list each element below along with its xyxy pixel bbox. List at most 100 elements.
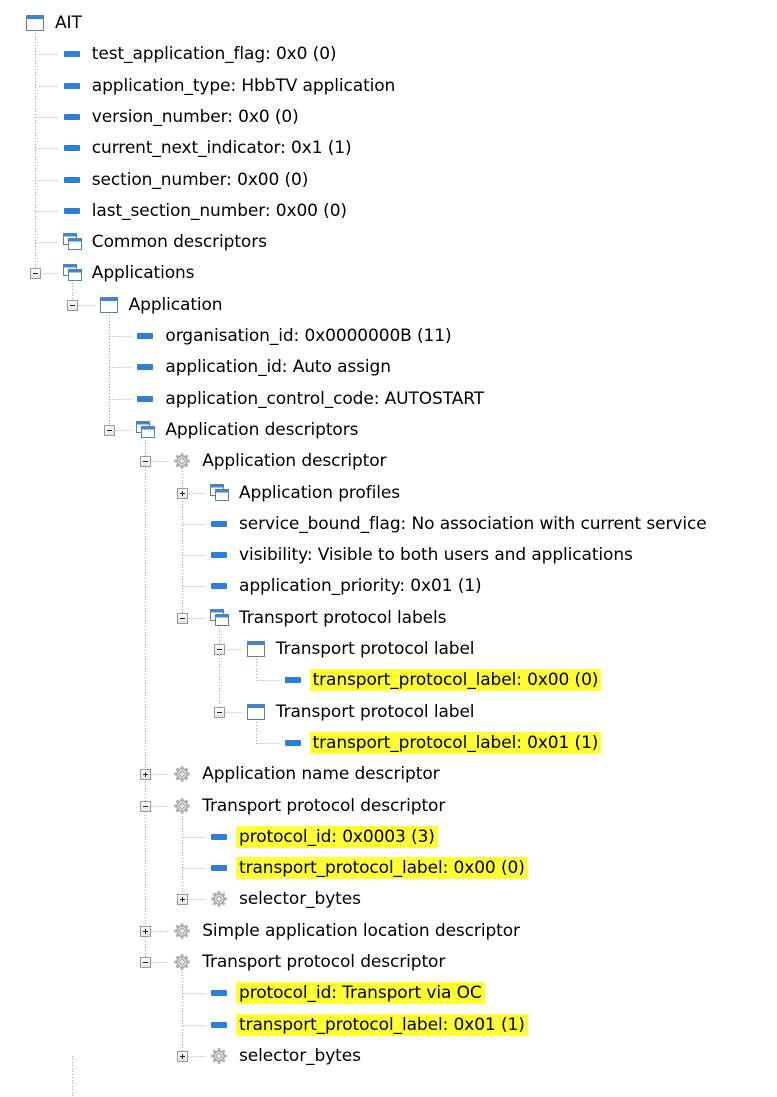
list-icon xyxy=(208,608,230,628)
node-transport-protocol-descriptor-1[interactable]: Transport protocol descriptor xyxy=(171,790,448,821)
list-icon xyxy=(61,232,83,252)
node-selector-bytes-2[interactable]: selector_bytes xyxy=(208,1040,364,1071)
node-label: AIT xyxy=(55,13,82,33)
node-transport-protocol-labels[interactable]: Transport protocol labels xyxy=(208,602,449,633)
collapse-toggle-icon[interactable] xyxy=(30,268,41,279)
node-service-bound-flag[interactable]: service_bound_flag: No association with … xyxy=(208,508,710,539)
collapse-toggle-icon[interactable] xyxy=(140,456,151,467)
field-icon xyxy=(208,983,230,1003)
node-label: Application profiles xyxy=(239,482,400,503)
node-test-application-flag[interactable]: test_application_flag: 0x0 (0) xyxy=(61,39,340,70)
collapse-toggle-icon[interactable] xyxy=(214,644,225,655)
node-label: Transport protocol labels xyxy=(239,607,447,628)
collapse-toggle-icon[interactable] xyxy=(140,957,151,968)
node-label: protocol_id: Transport via OC xyxy=(236,982,485,1005)
node-application-priority[interactable]: application_priority: 0x01 (1) xyxy=(208,571,485,602)
node-label: transport_protocol_label: 0x00 (0) xyxy=(309,669,602,692)
field-icon xyxy=(61,107,83,127)
node-application-name-descriptor[interactable]: Application name descriptor xyxy=(171,759,442,790)
node-label: selector_bytes xyxy=(239,1045,361,1066)
node-tpd-label-2[interactable]: transport_protocol_label: 0x01 (1) xyxy=(208,1009,528,1040)
expand-toggle-icon[interactable] xyxy=(177,894,188,905)
field-icon xyxy=(61,201,83,221)
collapse-toggle-icon[interactable] xyxy=(104,425,115,436)
field-icon xyxy=(282,670,304,690)
gear-icon xyxy=(208,1046,230,1066)
node-application-id[interactable]: application_id: Auto assign xyxy=(134,352,394,383)
node-transport-protocol-label-value-2[interactable]: transport_protocol_label: 0x01 (1) xyxy=(282,727,602,758)
node-applications[interactable]: Applications xyxy=(61,258,198,289)
node-last-section-number[interactable]: last_section_number: 0x00 (0) xyxy=(61,195,350,226)
node-transport-protocol-label-2[interactable]: Transport protocol label xyxy=(245,696,478,727)
node-section-number[interactable]: section_number: 0x00 (0) xyxy=(61,164,312,195)
collapse-toggle-icon[interactable] xyxy=(177,613,188,624)
node-application[interactable]: Application xyxy=(98,289,226,320)
collapse-toggle-icon[interactable] xyxy=(140,801,151,812)
expand-toggle-icon[interactable] xyxy=(140,769,151,780)
expand-toggle-icon[interactable] xyxy=(140,926,151,937)
field-icon xyxy=(208,514,230,534)
field-icon xyxy=(282,733,304,753)
field-icon xyxy=(134,389,156,409)
node-application-type[interactable]: application_type: HbbTV application xyxy=(61,70,398,101)
node-protocol-id-2[interactable]: protocol_id: Transport via OC xyxy=(208,978,485,1009)
collapse-toggle-icon[interactable] xyxy=(214,707,225,718)
node-ait[interactable]: AIT xyxy=(24,8,85,39)
node-selector-bytes-1[interactable]: selector_bytes xyxy=(208,884,364,915)
node-label: visibility: Visible to both users and ap… xyxy=(239,545,633,566)
node-tpd-label-1[interactable]: transport_protocol_label: 0x00 (0) xyxy=(208,853,528,884)
field-icon xyxy=(134,357,156,377)
gear-icon xyxy=(171,921,193,941)
list-icon xyxy=(134,420,156,440)
table-icon xyxy=(245,639,267,659)
tree-view: AIT test_application_flag: 0x0 (0) applica… xyxy=(0,0,777,1097)
field-icon xyxy=(61,170,83,190)
field-icon xyxy=(134,326,156,346)
field-icon xyxy=(208,827,230,847)
node-label: Application descriptor xyxy=(202,451,387,472)
node-label: service_bound_flag: No association with … xyxy=(239,513,707,534)
node-transport-protocol-label-value-1[interactable]: transport_protocol_label: 0x00 (0) xyxy=(282,665,602,696)
node-label: transport_protocol_label: 0x00 (0) xyxy=(236,857,528,880)
field-icon xyxy=(208,858,230,878)
node-version-number[interactable]: version_number: 0x0 (0) xyxy=(61,101,302,132)
field-icon xyxy=(208,1015,230,1035)
node-label: Transport protocol label xyxy=(275,701,475,722)
node-protocol-id-1[interactable]: protocol_id: 0x0003 (3) xyxy=(208,821,438,852)
node-organisation-id[interactable]: organisation_id: 0x0000000B (11) xyxy=(134,321,454,352)
expand-toggle-icon[interactable] xyxy=(177,488,188,499)
node-application-descriptor[interactable]: Application descriptor xyxy=(171,446,389,477)
node-label: last_section_number: 0x00 (0) xyxy=(91,200,347,221)
collapse-toggle-icon[interactable] xyxy=(67,300,78,311)
node-label: application_id: Auto assign xyxy=(165,357,391,378)
node-label: version_number: 0x0 (0) xyxy=(91,106,299,127)
gear-icon xyxy=(171,764,193,784)
expand-toggle-icon[interactable] xyxy=(177,1051,188,1062)
node-label: application_control_code: AUTOSTART xyxy=(165,388,485,409)
node-label: Common descriptors xyxy=(91,232,267,253)
node-application-control-code[interactable]: application_control_code: AUTOSTART xyxy=(134,383,487,414)
field-icon xyxy=(61,76,83,96)
node-visibility[interactable]: visibility: Visible to both users and ap… xyxy=(208,540,636,571)
node-current-next-indicator[interactable]: current_next_indicator: 0x1 (1) xyxy=(61,133,355,164)
node-label: Application descriptors xyxy=(165,419,359,440)
gear-icon xyxy=(171,796,193,816)
table-icon xyxy=(24,13,46,33)
node-label: protocol_id: 0x0003 (3) xyxy=(236,825,438,848)
field-icon xyxy=(61,138,83,158)
node-application-descriptors[interactable]: Application descriptors xyxy=(134,414,361,445)
node-label: Application name descriptor xyxy=(202,764,440,785)
node-label: Transport protocol label xyxy=(275,639,475,659)
node-label: Application xyxy=(128,294,223,315)
node-simple-application-location-descriptor[interactable]: Simple application location descriptor xyxy=(171,915,523,946)
node-label: transport_protocol_label: 0x01 (1) xyxy=(236,1013,528,1036)
node-label: section_number: 0x00 (0) xyxy=(91,169,309,190)
node-label: Transport protocol descriptor xyxy=(202,795,446,816)
node-transport-protocol-descriptor-2[interactable]: Transport protocol descriptor xyxy=(171,947,448,978)
node-label: application_type: HbbTV application xyxy=(91,75,396,96)
node-transport-protocol-label-1[interactable]: Transport protocol label xyxy=(245,634,478,665)
node-label: selector_bytes xyxy=(239,889,361,910)
node-application-profiles[interactable]: Application profiles xyxy=(208,477,403,508)
node-label: organisation_id: 0x0000000B (11) xyxy=(165,326,452,346)
node-common-descriptors[interactable]: Common descriptors xyxy=(61,227,270,258)
